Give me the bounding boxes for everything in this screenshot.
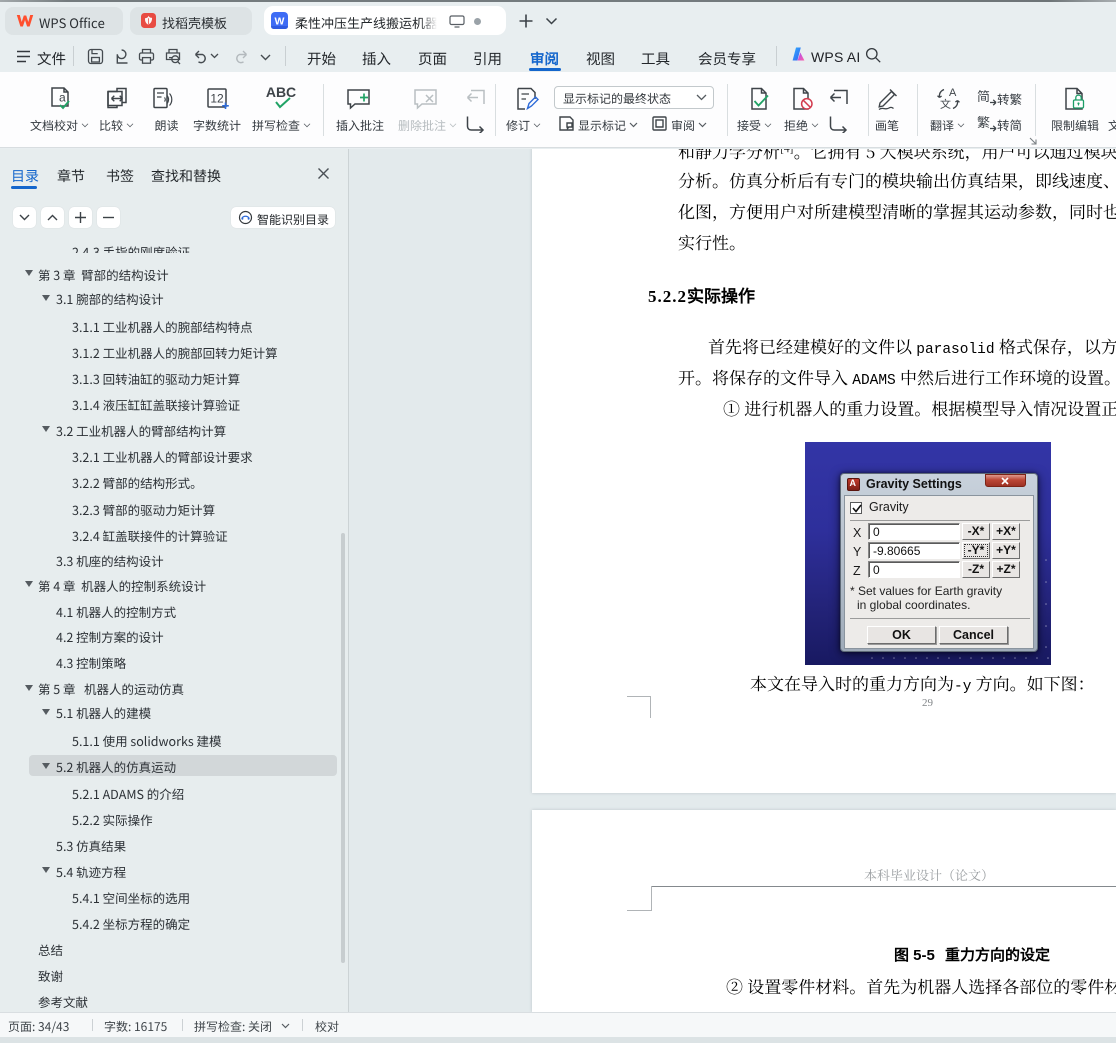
svg-text:简: 简 [977, 87, 990, 105]
svg-text:A: A [949, 87, 957, 99]
svg-text:繁: 繁 [977, 113, 990, 131]
svg-text:a: a [59, 91, 66, 105]
svg-text:W: W [275, 16, 285, 28]
svg-text:ABC: ABC [266, 84, 296, 100]
svg-text:12: 12 [210, 92, 224, 106]
